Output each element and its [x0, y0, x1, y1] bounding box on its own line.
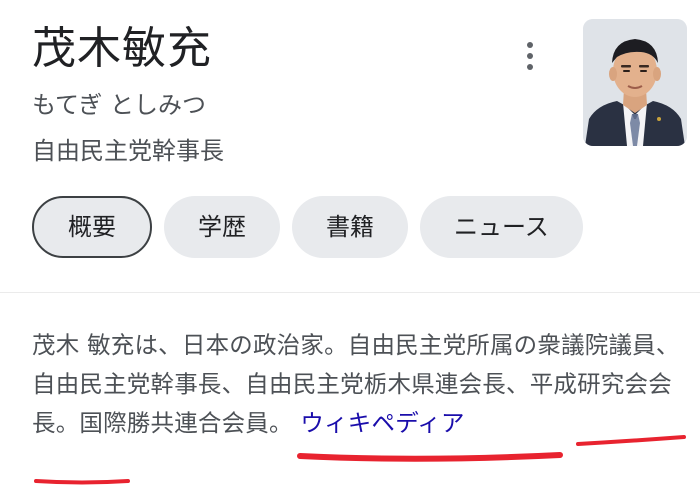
entity-reading: もてぎ としみつ [32, 91, 206, 119]
description-highlight: 国際勝共連合会員。 [79, 409, 293, 437]
entity-description: 茂木 敏充は、日本の政治家。自由民主党所属の衆議院議員、自由民主党幹事長、自由民… [32, 326, 692, 443]
red-underline-highlight [297, 452, 563, 462]
red-underline-link-second-line [34, 479, 130, 485]
more-vert-icon-dot [527, 64, 533, 70]
person-photo-icon [583, 19, 687, 146]
wikipedia-link[interactable]: ウィキペディア [300, 409, 464, 437]
tab-overview[interactable]: 概要 [32, 196, 152, 258]
entity-name: 茂木敏充 [32, 23, 212, 74]
tab-books[interactable]: 書籍 [292, 196, 408, 258]
entity-photo[interactable] [583, 19, 687, 146]
more-vert-icon-dot [527, 53, 533, 59]
section-divider [0, 292, 700, 293]
knowledge-panel-header: 茂木敏充 もてぎ としみつ 自由民主党幹事長 概要 学歴 書籍 ニュース [0, 0, 700, 290]
more-options-button[interactable] [514, 36, 546, 76]
tab-education[interactable]: 学歴 [164, 196, 280, 258]
entity-title: 自由民主党幹事長 [32, 137, 224, 165]
tab-news[interactable]: ニュース [420, 196, 583, 258]
tab-bar: 概要 学歴 書籍 ニュース [32, 196, 583, 260]
more-vert-icon [527, 42, 533, 48]
